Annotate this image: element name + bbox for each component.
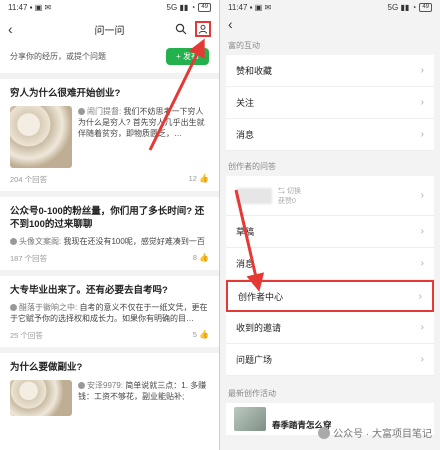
thumbs-up-icon[interactable]: 👍 (199, 174, 209, 183)
signal-icon: 5G ▮▮ ◔ (166, 2, 196, 12)
chevron-right-icon: › (420, 226, 424, 237)
status-time: 11:47 (8, 2, 28, 12)
answer-count: 187 个回答 (10, 254, 48, 263)
answer-author: 头像文案阁: (19, 237, 62, 246)
watermark-text: 公众号 · 大富项目笔记 (333, 429, 432, 440)
top-bar: ‹ (220, 14, 440, 34)
menu-row-likes[interactable]: 赞和收藏 › (226, 55, 434, 87)
answer-count: 204 个回答 (10, 175, 48, 184)
question-title: 穷人为什么很难开始创业? (10, 88, 121, 99)
menu-row-label: 消息 (236, 259, 255, 269)
section-header-latest: 最新创作活动 (228, 389, 276, 398)
battery-icon: 49 (198, 2, 211, 12)
publish-button[interactable]: + 发布 (166, 48, 209, 65)
menu-row-label: 赞和收藏 (236, 66, 273, 76)
avatar (10, 304, 17, 312)
share-prompt-row: 分享你的经历，或提个问题 + 发布 (0, 44, 219, 79)
chevron-right-icon: › (420, 322, 424, 333)
avatar (10, 238, 17, 246)
avatar (78, 382, 85, 390)
profile-icon[interactable] (195, 21, 211, 37)
signal-icon: 5G ▮▮ ◔ (387, 2, 417, 12)
question-card[interactable]: 公众号0-100的粉丝量，你们用了多长时间? 还不到100的过来聊聊 头像文案阁… (0, 197, 219, 276)
chevron-right-icon: › (420, 258, 424, 269)
question-title: 为什么要做副业? (10, 362, 83, 373)
menu-row-label: 收到的邀请 (236, 323, 282, 333)
search-icon[interactable] (173, 21, 189, 37)
like-count: 5 (192, 330, 197, 339)
activity-thumbnail (234, 407, 266, 431)
chevron-right-icon: › (420, 65, 424, 76)
menu-row-creator-center[interactable]: 创作者中心 › (226, 280, 434, 312)
question-card[interactable]: 穷人为什么很难开始创业? 闹门提督: 我们不妨思考一下穷人为什么是穷人? 首先穷… (0, 79, 219, 197)
menu-row-label: 问题广场 (236, 355, 273, 365)
chevron-right-icon: › (420, 97, 424, 108)
like-count: 12 (188, 174, 197, 183)
answer-author: 安泽9979: (87, 381, 124, 390)
answer-author: 醋落于徽晌之中: (19, 303, 78, 312)
menu-row-invitations[interactable]: 收到的邀请 › (226, 312, 434, 344)
question-card[interactable]: 为什么要做副业? 安泽9979: 简单说就三点：1. 多赚钱：工资不够花，副业能… (0, 353, 219, 422)
question-feed-screen: 11:47 ▪ ▣ ✉ 5G ▮▮ ◔ 49 ‹ 问一问 分享你的经历，或提个问题… (0, 0, 220, 450)
battery-icon: 49 (419, 2, 432, 12)
profile-menu-screen: 11:47 ▪ ▣ ✉ 5G ▮▮ ◔ 49 ‹ 富的互动 赞和收藏 › 关注 › 消… (220, 0, 440, 450)
menu-row-follow[interactable]: 关注 › (226, 87, 434, 119)
watermark: 公众号 · 大富项目笔记 (318, 425, 432, 440)
status-time: 11:47 (228, 2, 248, 12)
thumbs-up-icon[interactable]: 👍 (199, 330, 209, 339)
menu-row-label: 关注 (236, 98, 255, 108)
chevron-right-icon: › (420, 129, 424, 140)
chevron-right-icon: › (420, 354, 424, 365)
thumbs-up-icon[interactable]: 👍 (199, 253, 209, 262)
back-icon[interactable]: ‹ (228, 16, 242, 32)
section-header-interactions: 富的互动 (228, 41, 260, 50)
chevron-right-icon: › (418, 290, 422, 302)
status-bar: 11:47 ▪ ▣ ✉ 5G ▮▮ ◔ 49 (220, 0, 440, 14)
wechat-official-account-icon (318, 426, 331, 439)
question-title: 公众号0-100的粉丝量，你们用了多长时间? 还不到100的过来聊聊 (10, 206, 205, 230)
status-bar: 11:47 ▪ ▣ ✉ 5G ▮▮ ◔ 49 (0, 0, 219, 14)
back-icon[interactable]: ‹ (8, 21, 22, 37)
switch-account-link[interactable]: ⇆ 切换 (278, 188, 301, 195)
answer-count: 25 个回答 (10, 331, 43, 340)
question-title: 大专毕业出来了。还有必要去自考吗? (10, 285, 168, 296)
blurred-account-name (236, 187, 272, 204)
section-header-creator: 创作者的问答 (228, 162, 276, 171)
menu-row-label: 消息 (236, 130, 255, 140)
menu-row-label: 创作者中心 (238, 291, 284, 302)
answer-author: 闹门提督: (87, 107, 122, 116)
top-bar: ‹ 问一问 (0, 14, 219, 44)
chevron-right-icon: › (420, 190, 424, 201)
question-thumbnail (10, 380, 72, 416)
share-prompt-text: 分享你的经历，或提个问题 (10, 52, 106, 61)
question-thumbnail (10, 106, 72, 168)
answer-excerpt: 我现在还没有100呢，感觉好难凑到一百 (63, 237, 205, 246)
status-notification-icons: ▪ ▣ ✉ (29, 2, 52, 12)
creator-account-row[interactable]: ⇆ 切换获赞0 › (226, 176, 434, 216)
like-count: 8 (192, 253, 197, 262)
status-notification-icons: ▪ ▣ ✉ (249, 2, 272, 12)
menu-row-drafts[interactable]: 草稿 › (226, 216, 434, 248)
menu-row-messages[interactable]: 消息 › (226, 119, 434, 151)
menu-row-creator-messages[interactable]: 消息 › (226, 248, 434, 280)
question-card[interactable]: 大专毕业出来了。还有必要去自考吗? 醋落于徽晌之中: 自考的意义不仅在于一纸文凭… (0, 276, 219, 353)
menu-row-question-square[interactable]: 问题广场 › (226, 344, 434, 376)
likes-received: 获赞0 (278, 197, 296, 205)
menu-row-label: 草稿 (236, 227, 255, 237)
avatar (78, 108, 85, 116)
